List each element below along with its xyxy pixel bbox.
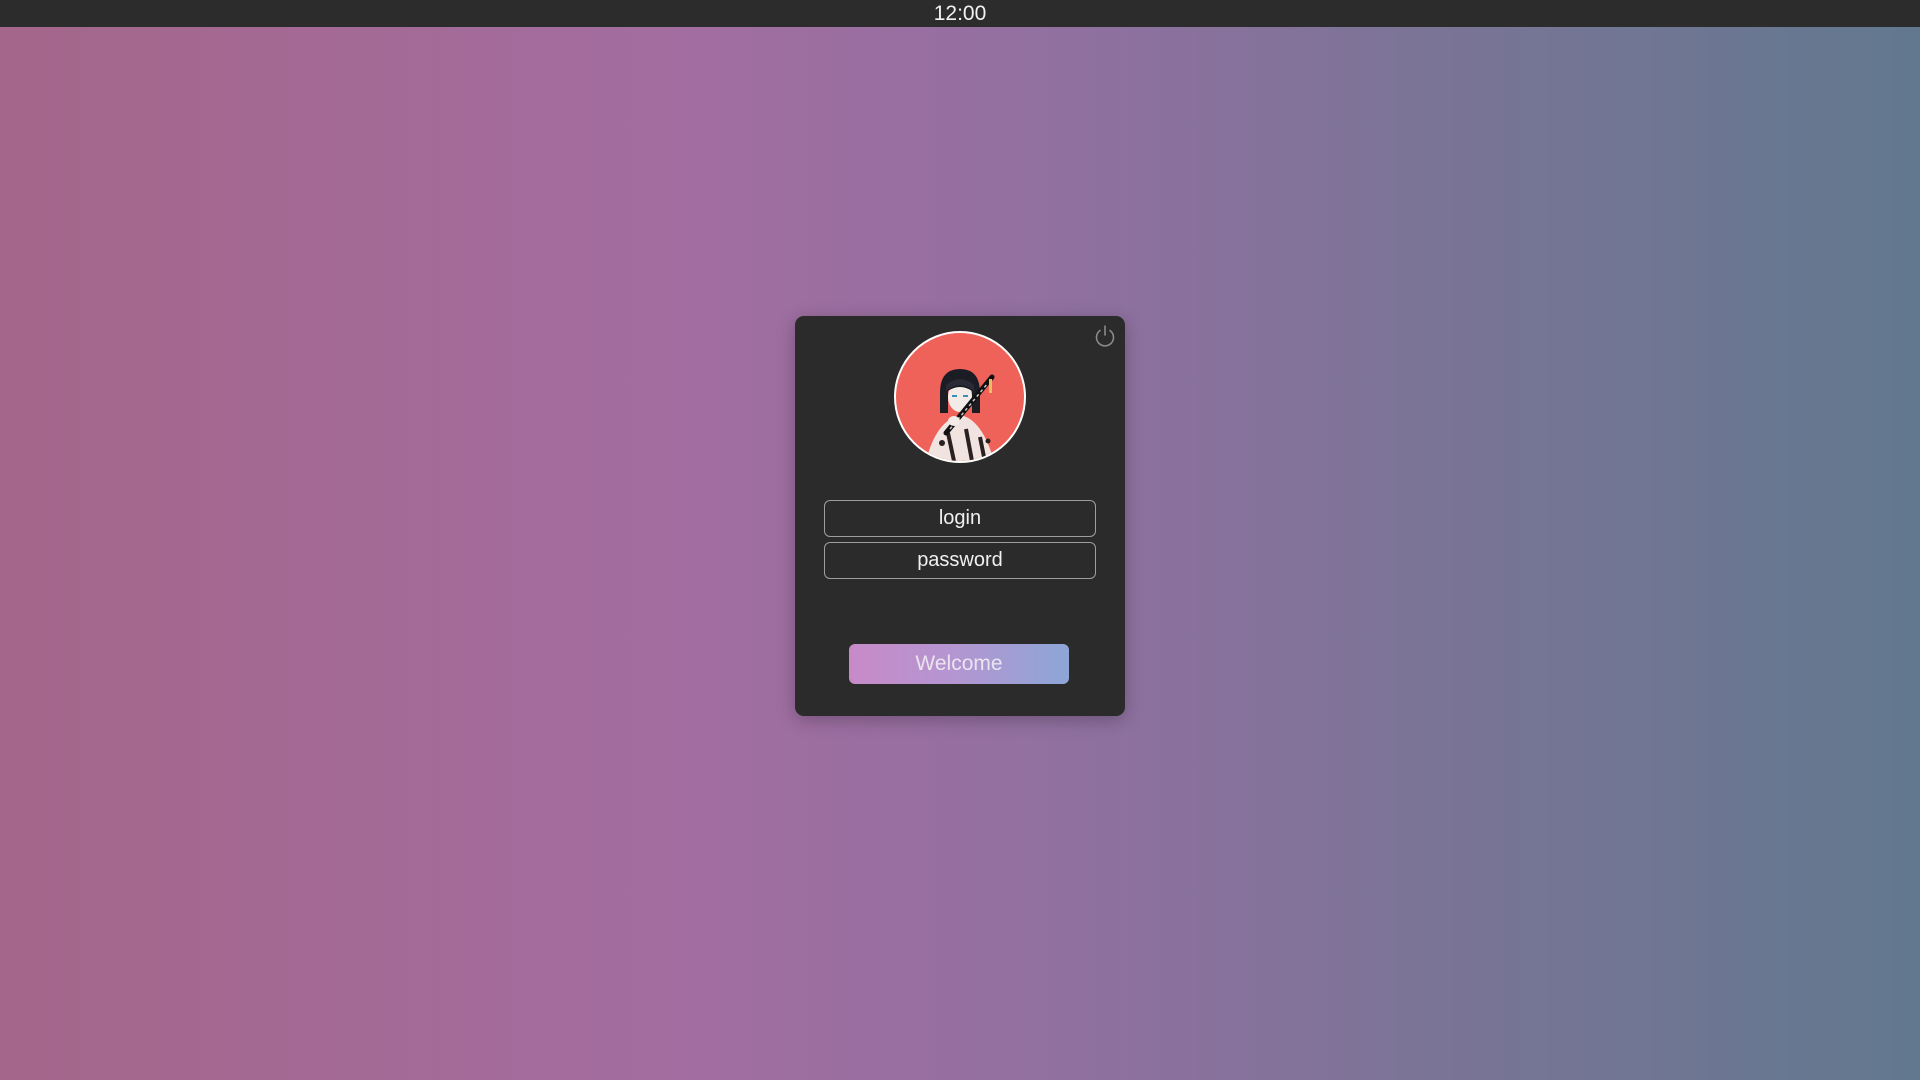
- password-input[interactable]: [824, 542, 1096, 579]
- welcome-button[interactable]: Welcome: [849, 644, 1069, 684]
- clock: 12:00: [933, 2, 987, 25]
- top-bar: 12:00: [0, 0, 1920, 27]
- login-input[interactable]: [824, 500, 1096, 537]
- power-icon[interactable]: [1091, 322, 1119, 350]
- login-card: Welcome: [795, 316, 1125, 716]
- user-avatar: [894, 331, 1026, 463]
